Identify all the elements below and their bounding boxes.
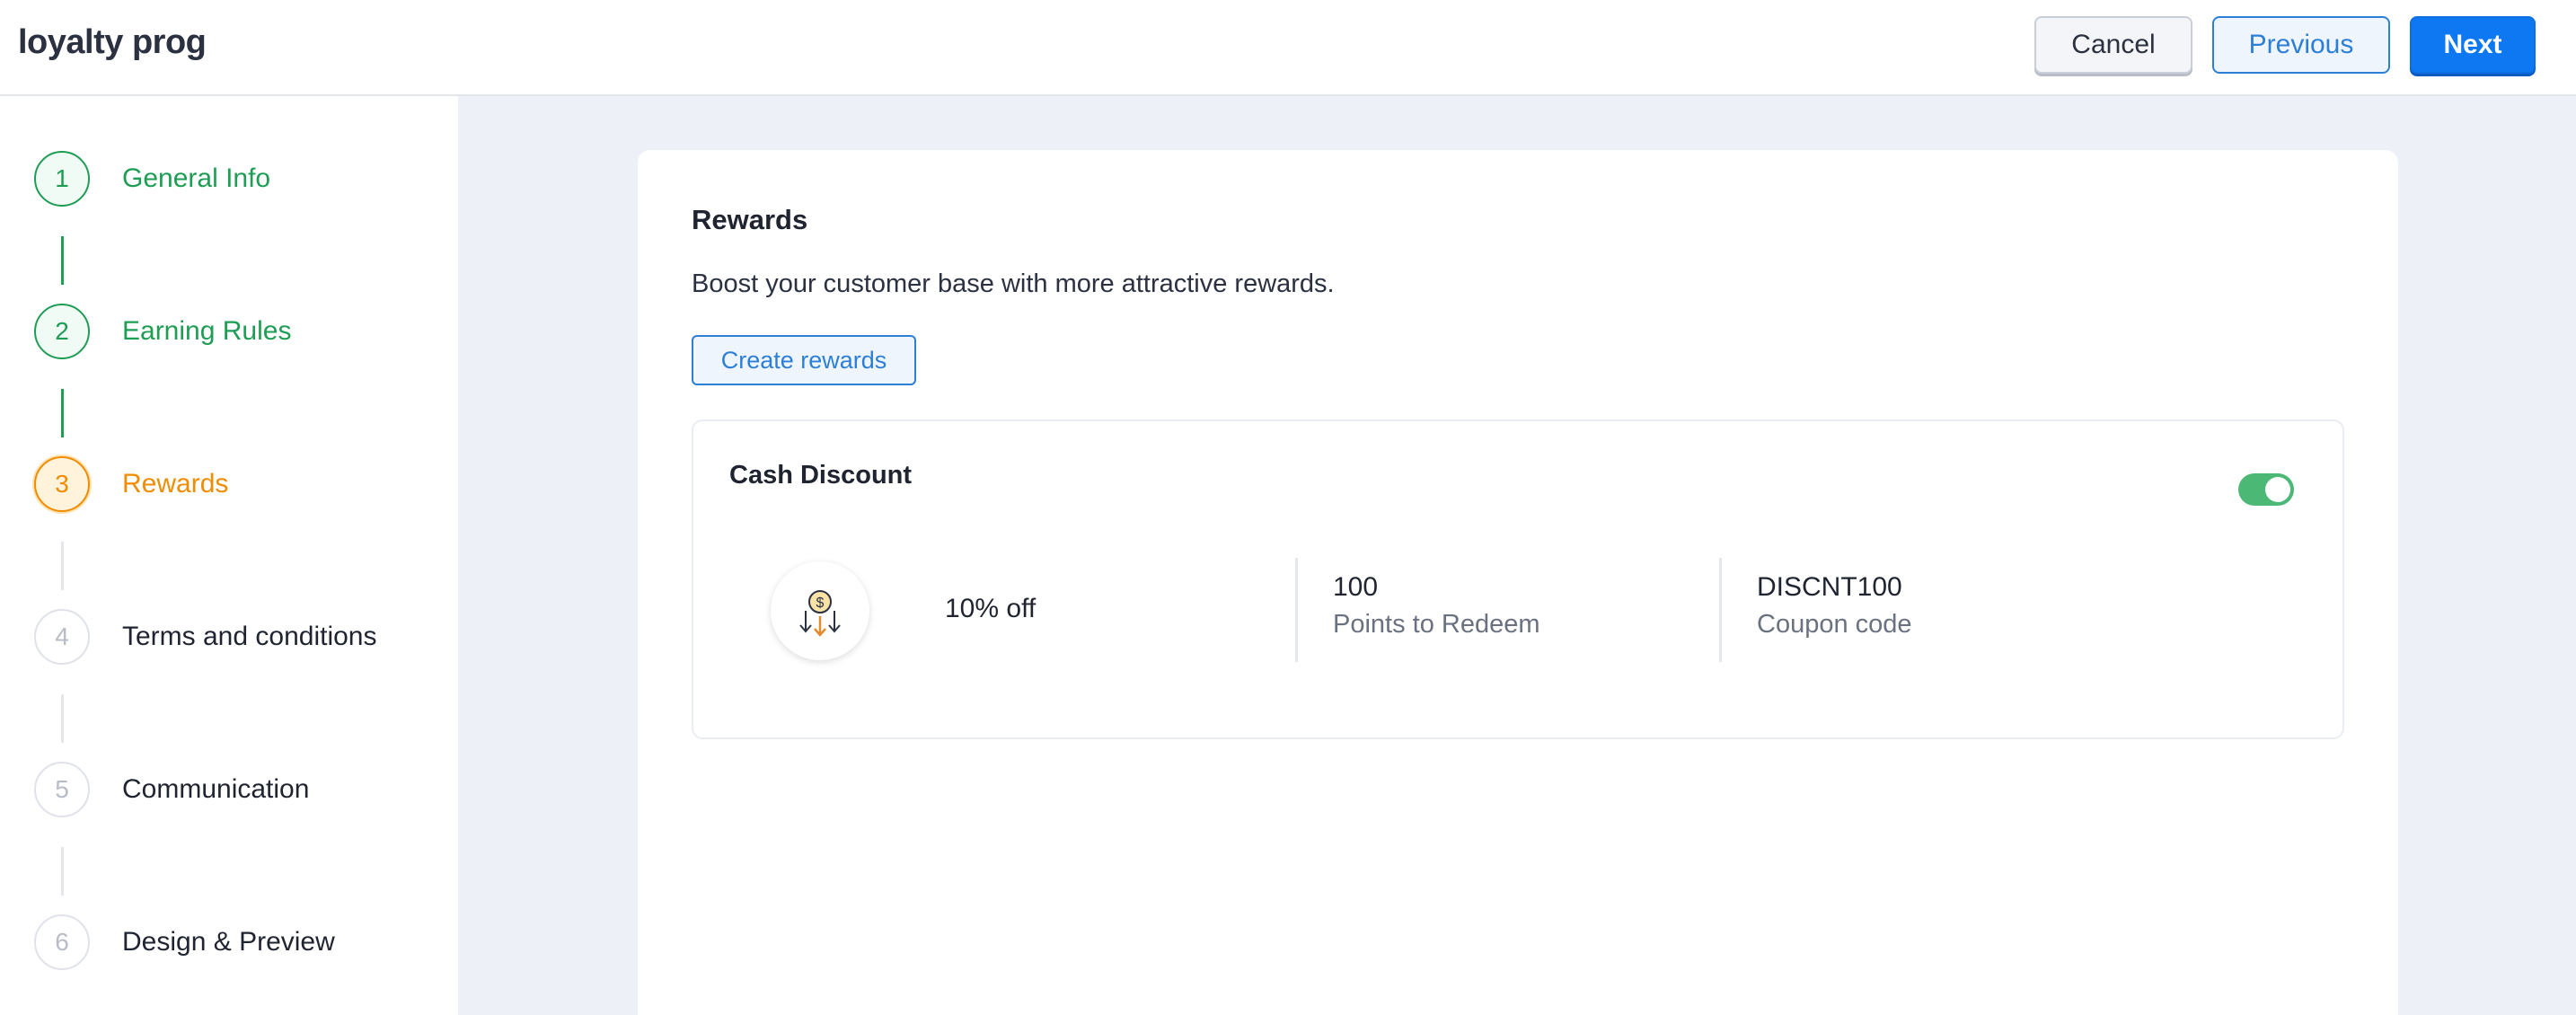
- top-header: loyalty prog Cancel Previous Next: [0, 0, 2576, 96]
- step-label: General Info: [122, 163, 271, 193]
- step-label: Rewards: [122, 469, 229, 499]
- page-title: loyalty prog: [18, 23, 207, 61]
- step-number: 5: [34, 762, 90, 817]
- svg-text:$: $: [816, 596, 825, 611]
- toggle-knob: [2265, 477, 2290, 502]
- reward-card: Cash Discount $ 10% off 100 Points to Re…: [692, 419, 2344, 739]
- step-number: 4: [34, 609, 90, 665]
- step-label: Design & Preview: [122, 927, 335, 957]
- step-connector: [61, 389, 64, 437]
- step-connector: [61, 847, 64, 896]
- step-communication[interactable]: 5 Communication: [34, 761, 309, 818]
- divider: [1719, 558, 1722, 662]
- points-label: Points to Redeem: [1333, 610, 1540, 639]
- rewards-panel: Rewards Boost your customer base with mo…: [638, 150, 2398, 1015]
- step-rewards[interactable]: 3 Rewards: [34, 455, 228, 513]
- previous-button[interactable]: Previous: [2212, 16, 2390, 74]
- reward-name: Cash Discount: [729, 461, 913, 490]
- step-number: 6: [34, 914, 90, 970]
- reward-offer: 10% off: [945, 594, 1037, 623]
- coupon-code-label: Coupon code: [1757, 610, 1912, 639]
- reward-enabled-toggle[interactable]: [2238, 473, 2294, 506]
- step-number: 1: [34, 151, 90, 207]
- create-rewards-button[interactable]: Create rewards: [692, 335, 916, 385]
- main-content: Rewards Boost your customer base with mo…: [458, 96, 2576, 1015]
- coupon-code-value: DISCNT100: [1757, 572, 1902, 602]
- step-design-preview[interactable]: 6 Design & Preview: [34, 914, 335, 971]
- next-button[interactable]: Next: [2410, 16, 2536, 74]
- divider: [1295, 558, 1298, 662]
- step-label: Earning Rules: [122, 316, 292, 346]
- cancel-button[interactable]: Cancel: [2034, 16, 2192, 74]
- step-label: Terms and conditions: [122, 622, 377, 651]
- section-title: Rewards: [692, 204, 808, 235]
- step-connector: [61, 694, 64, 743]
- step-connector: [61, 236, 64, 285]
- step-label: Communication: [122, 774, 310, 804]
- points-value: 100: [1333, 572, 1379, 602]
- step-earning-rules[interactable]: 2 Earning Rules: [34, 303, 291, 360]
- section-description: Boost your customer base with more attra…: [692, 269, 1335, 298]
- step-number: 2: [34, 304, 90, 359]
- step-number: 3: [34, 456, 90, 512]
- step-connector: [61, 542, 64, 590]
- stepper-sidebar: 1 General Info 2 Earning Rules 3 Rewards…: [0, 96, 458, 1015]
- step-terms-and-conditions[interactable]: 4 Terms and conditions: [34, 608, 376, 666]
- cash-discount-icon: $: [771, 561, 869, 660]
- step-general-info[interactable]: 1 General Info: [34, 150, 270, 207]
